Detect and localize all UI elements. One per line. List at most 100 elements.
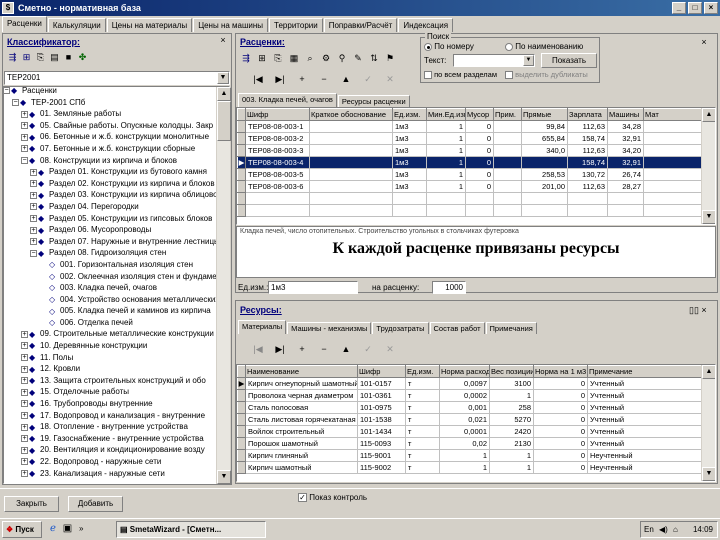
rates-column-header[interactable]: Мусор <box>465 108 494 121</box>
table-cell[interactable]: 28,27 <box>607 180 644 193</box>
tree-node[interactable]: + ◆ Раздел 07. Наружные и внутренние лестн… <box>3 236 217 248</box>
tree-expand-icon[interactable]: + <box>30 226 37 234</box>
res-cancel-record-icon[interactable]: ✕ <box>382 342 398 356</box>
rates-column-header[interactable]: Прим. <box>493 108 522 121</box>
table-cell[interactable]: 0 <box>465 168 494 181</box>
table-row[interactable]: ТЕР08-08-003-5 1м3 1 0 258,53 130,72 26,74 <box>237 168 704 181</box>
table-cell[interactable]: т <box>405 449 440 462</box>
table-cell[interactable] <box>643 144 704 157</box>
tree-collapse-icon[interactable]: − <box>30 249 37 257</box>
rates-close-icon[interactable]: × <box>698 37 710 48</box>
delete-record-icon[interactable]: − <box>316 72 332 86</box>
tree-node[interactable]: + ◆ 11. Полы <box>3 352 217 364</box>
tree-node[interactable]: + ◆ Раздел 01. Конструкции из бутового кам… <box>3 166 217 178</box>
table-cell[interactable]: 112,63 <box>567 144 608 157</box>
table-cell[interactable]: 1 <box>489 389 534 402</box>
tree-node[interactable]: ◇ 004. Устройство основания металлических <box>3 294 217 306</box>
table-cell[interactable]: т <box>405 389 440 402</box>
tree-expand-icon[interactable]: + <box>21 423 28 431</box>
subtab-machines[interactable]: Машины - механизмы <box>287 322 372 334</box>
table-cell[interactable]: 34,28 <box>607 120 644 133</box>
minimize-button[interactable]: _ <box>672 2 686 14</box>
search-by-number-radio[interactable]: По номеру <box>424 42 474 51</box>
close-button[interactable]: × <box>704 2 718 14</box>
tree-node[interactable]: + ◆ 12. Кровли <box>3 363 217 375</box>
post-record-icon[interactable]: ✓ <box>360 72 376 86</box>
resources-column-header[interactable]: Наименование <box>245 365 358 378</box>
tree-node[interactable]: − ◆ ТЕР-2001 СПб <box>3 97 217 109</box>
table-cell[interactable] <box>309 156 393 169</box>
table-cell[interactable]: 1 <box>489 461 534 474</box>
classifier-tree[interactable]: − ◆ Расценки − ◆ ТЕР-2001 СПб + ◆ 01. Земляные р… <box>3 85 217 485</box>
tab-calc[interactable]: Калькуляции <box>47 18 106 32</box>
table-cell[interactable]: т <box>405 437 440 450</box>
rates-view-icon[interactable]: ⇶ <box>238 51 254 65</box>
table-cell[interactable]: Учтенный <box>587 389 704 402</box>
tree-scrollbar[interactable]: ▲ ▼ <box>216 87 231 484</box>
rates-column-header[interactable]: Мин.Ед.изм. <box>426 108 466 121</box>
table-cell[interactable]: 0 <box>465 180 494 193</box>
table-cell[interactable]: т <box>405 377 440 390</box>
tree-expand-icon[interactable]: + <box>21 412 28 420</box>
tree-node[interactable]: + ◆ 05. Свайные работы. Опускные колодцы. … <box>3 120 217 132</box>
table-cell[interactable]: 1м3 <box>392 156 427 169</box>
tree-expand-icon[interactable]: + <box>21 342 28 350</box>
tree-node[interactable]: − ◆ Раздел 08. Гидроизоляция стен <box>3 247 217 259</box>
classifier-combo[interactable]: ТЕР2001 ▼ <box>4 71 230 85</box>
tree-expand-icon[interactable]: + <box>21 400 28 408</box>
ie-icon[interactable]: ℯ <box>50 523 56 534</box>
tree-node[interactable]: + ◆ 15. Отделочные работы <box>3 386 217 398</box>
tree-expand-icon[interactable]: + <box>21 330 28 338</box>
table-cell[interactable]: 101-1538 <box>357 413 406 426</box>
table-cell[interactable]: 99,84 <box>521 120 568 133</box>
table-cell[interactable]: Учтенный <box>587 413 704 426</box>
table-cell[interactable]: ТЕР08-08-003-1 <box>245 120 310 133</box>
table-cell[interactable]: Неучтенный <box>587 461 704 474</box>
res-add-record-icon[interactable]: + <box>294 342 310 356</box>
tree-collapse-icon[interactable]: − <box>12 98 19 106</box>
res-last-record-icon[interactable]: ▶| <box>272 342 288 356</box>
tree-expand-icon[interactable]: + <box>30 180 37 188</box>
rates-copy-icon[interactable]: ⎘ <box>270 51 286 65</box>
resources-column-header[interactable]: Примечание <box>587 365 704 378</box>
tree-node[interactable]: + ◆ 09. Строительные металлические констру… <box>3 328 217 340</box>
tree-node[interactable]: − ◆ Расценки <box>3 85 217 97</box>
subtab-rate-list[interactable]: 003. Кладка печей, очагов <box>238 93 337 107</box>
first-record-icon[interactable]: |◀ <box>250 72 266 86</box>
tree-node[interactable]: + ◆ 16. Трубопроводы внутренние <box>3 398 217 410</box>
rates-settings-icon[interactable]: ⚙ <box>318 51 334 65</box>
table-cell[interactable]: 32,91 <box>607 156 644 169</box>
tree-node[interactable]: + ◆ 20. Вентиляция и кондиционирование воз… <box>3 444 217 456</box>
table-cell[interactable]: 1м3 <box>392 180 427 193</box>
tree-node[interactable]: ◇ 005. Кладка печей и каминов из кирпича <box>3 305 217 317</box>
table-cell[interactable]: 1м3 <box>392 168 427 181</box>
table-cell[interactable]: 0,0097 <box>439 377 490 390</box>
scroll-down-icon[interactable]: ▼ <box>217 470 231 484</box>
table-cell[interactable] <box>643 180 704 193</box>
table-cell[interactable]: 1 <box>426 168 466 181</box>
tree-node[interactable]: + ◆ 17. Водопровод и канализация - внутрен… <box>3 410 217 422</box>
table-row[interactable]: Проволока черная диаметром 101-0361 т 0,000… <box>237 389 704 402</box>
table-cell[interactable]: 1м3 <box>392 132 427 145</box>
table-row[interactable]: Порошок шамотный 115-0093 т 0,02 2130 0 Учтенн… <box>237 437 704 450</box>
rates-column-header[interactable]: Ед.изм. <box>392 108 427 121</box>
table-cell[interactable]: 0,02 <box>439 437 490 450</box>
subtab-rate-resources[interactable]: Ресурсы расценки <box>337 95 410 107</box>
tree-filter-icon[interactable]: ⊞ <box>20 51 33 64</box>
rates-column-header[interactable]: Зарплата <box>567 108 608 121</box>
table-cell[interactable]: 1м3 <box>392 144 427 157</box>
stop-icon[interactable]: ■ <box>62 51 75 64</box>
tree-expand-icon[interactable]: + <box>30 214 37 222</box>
table-cell[interactable]: 1 <box>426 144 466 157</box>
res-post-record-icon[interactable]: ✓ <box>360 342 376 356</box>
table-cell[interactable]: т <box>405 461 440 474</box>
tree-node[interactable]: + ◆ Раздел 04. Перегородки <box>3 201 217 213</box>
table-cell[interactable]: 340,0 <box>521 144 568 157</box>
tree-node[interactable]: + ◆ 01. Земляные работы <box>3 108 217 120</box>
table-cell[interactable]: 158,74 <box>567 132 608 145</box>
table-row[interactable]: ТЕР08-08-003-2 1м3 1 0 655,84 158,74 32,91 <box>237 132 704 145</box>
tree-expand-icon[interactable]: + <box>21 388 28 396</box>
rates-link-icon[interactable]: ⚲ <box>334 51 350 65</box>
tree-expand-icon[interactable]: + <box>30 191 37 199</box>
table-cell[interactable] <box>493 132 522 145</box>
